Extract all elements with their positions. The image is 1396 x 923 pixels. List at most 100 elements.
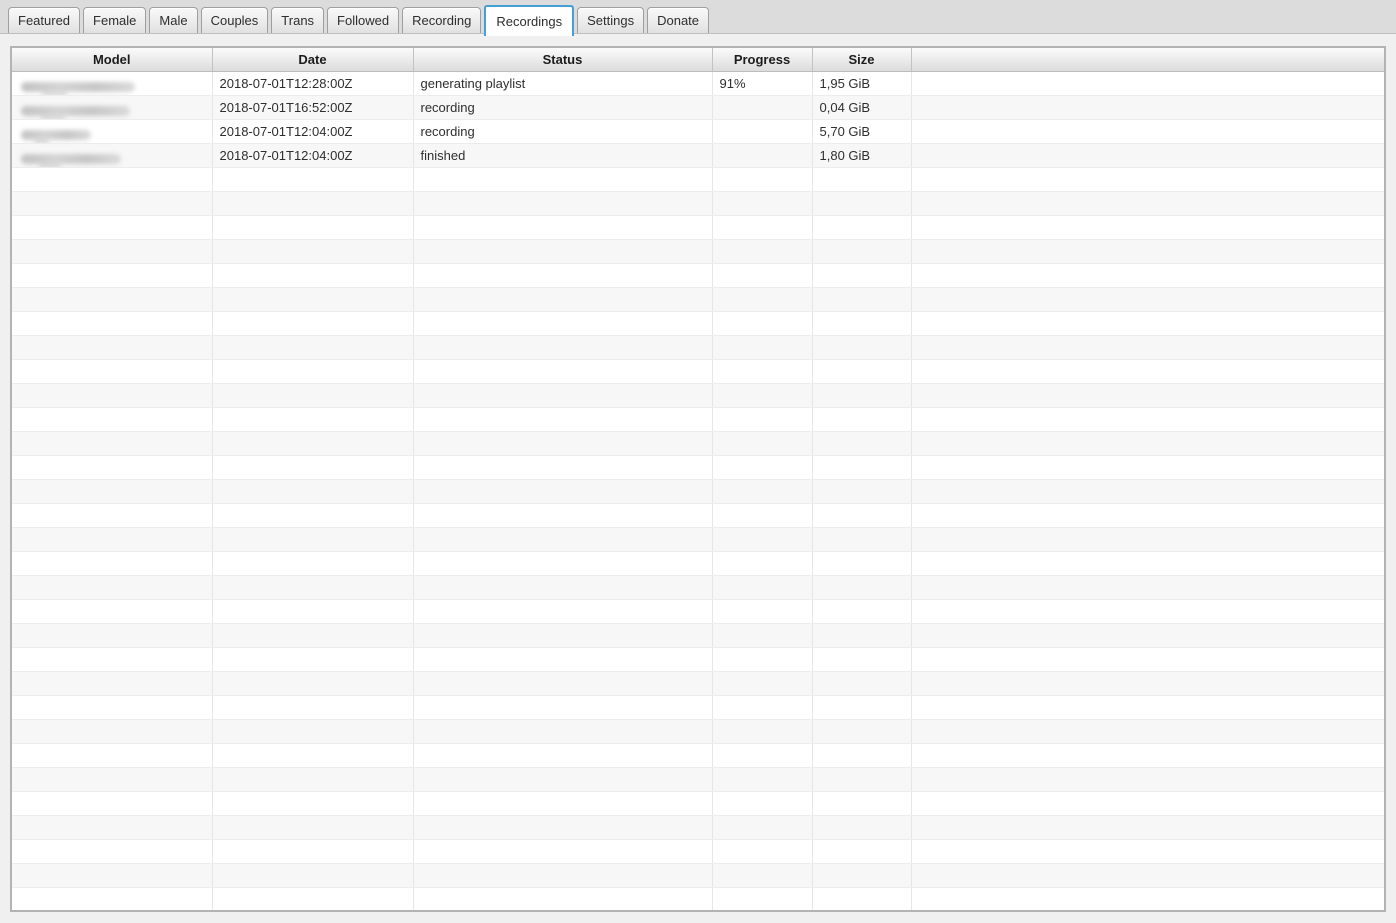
spacer-cell: [911, 263, 1385, 287]
empty-row: [11, 455, 1385, 479]
tab-recordings[interactable]: Recordings: [484, 5, 574, 36]
spacer-cell: [911, 839, 1385, 863]
model-cell: [11, 575, 212, 599]
size-cell: [812, 383, 911, 407]
column-header-size[interactable]: Size: [812, 47, 911, 71]
column-header-status[interactable]: Status: [413, 47, 712, 71]
tab-couples[interactable]: Couples: [201, 7, 269, 33]
date-cell: [212, 479, 413, 503]
model-cell: [11, 599, 212, 623]
empty-row: [11, 407, 1385, 431]
recording-row[interactable]: 2018-07-01T12:28:00Zgenerating playlist9…: [11, 71, 1385, 95]
progress-cell: [712, 791, 812, 815]
date-cell: [212, 527, 413, 551]
empty-row: [11, 527, 1385, 551]
spacer-cell: [911, 863, 1385, 887]
empty-row: [11, 647, 1385, 671]
empty-row: [11, 719, 1385, 743]
date-cell: 2018-07-01T12:28:00Z: [212, 71, 413, 95]
spacer-cell: [911, 887, 1385, 911]
date-cell: [212, 551, 413, 575]
spacer-cell: [911, 503, 1385, 527]
date-cell: 2018-07-01T16:52:00Z: [212, 95, 413, 119]
date-cell: [212, 863, 413, 887]
date-cell: [212, 191, 413, 215]
column-header-spacer[interactable]: [911, 47, 1385, 71]
date-cell: [212, 671, 413, 695]
empty-row: [11, 215, 1385, 239]
progress-cell: [712, 863, 812, 887]
spacer-cell: [911, 695, 1385, 719]
size-cell: [812, 287, 911, 311]
size-cell: [812, 503, 911, 527]
model-cell: [11, 311, 212, 335]
spacer-cell: [911, 479, 1385, 503]
redacted-model-name: [21, 154, 121, 164]
empty-row: [11, 191, 1385, 215]
date-cell: 2018-07-01T12:04:00Z: [212, 143, 413, 167]
tab-trans[interactable]: Trans: [271, 7, 324, 33]
date-cell: [212, 239, 413, 263]
recording-row[interactable]: 2018-07-01T12:04:00Zfinished1,80 GiB: [11, 143, 1385, 167]
recording-row[interactable]: 2018-07-01T12:04:00Zrecording5,70 GiB: [11, 119, 1385, 143]
size-cell: [812, 167, 911, 191]
empty-row: [11, 695, 1385, 719]
column-header-model[interactable]: Model: [11, 47, 212, 71]
progress-cell: [712, 383, 812, 407]
empty-row: [11, 359, 1385, 383]
spacer-cell: [911, 191, 1385, 215]
tab-settings[interactable]: Settings: [577, 7, 644, 33]
empty-row: [11, 791, 1385, 815]
progress-cell: [712, 431, 812, 455]
date-cell: [212, 431, 413, 455]
tab-followed[interactable]: Followed: [327, 7, 399, 33]
status-cell: [413, 431, 712, 455]
spacer-cell: [911, 239, 1385, 263]
model-cell: [11, 815, 212, 839]
model-cell: [11, 719, 212, 743]
status-cell: [413, 743, 712, 767]
model-cell: [11, 335, 212, 359]
status-cell: [413, 311, 712, 335]
model-cell: [11, 167, 212, 191]
model-cell: [11, 95, 212, 119]
status-cell: [413, 623, 712, 647]
tab-female[interactable]: Female: [83, 7, 146, 33]
size-cell: [812, 263, 911, 287]
recording-row[interactable]: 2018-07-01T16:52:00Zrecording0,04 GiB: [11, 95, 1385, 119]
column-header-date[interactable]: Date: [212, 47, 413, 71]
tab-male[interactable]: Male: [149, 7, 197, 33]
progress-cell: [712, 719, 812, 743]
progress-cell: 91%: [712, 71, 812, 95]
redacted-model-name: [21, 106, 130, 116]
status-cell: [413, 791, 712, 815]
model-cell: [11, 791, 212, 815]
size-cell: [812, 431, 911, 455]
progress-cell: [712, 575, 812, 599]
tab-donate[interactable]: Donate: [647, 7, 709, 33]
date-cell: [212, 623, 413, 647]
empty-row: [11, 287, 1385, 311]
status-cell: [413, 335, 712, 359]
spacer-cell: [911, 575, 1385, 599]
progress-cell: [712, 647, 812, 671]
status-cell: [413, 575, 712, 599]
date-cell: [212, 695, 413, 719]
spacer-cell: [911, 71, 1385, 95]
app-window: FeaturedFemaleMaleCouplesTransFollowedRe…: [0, 0, 1396, 34]
tab-featured[interactable]: Featured: [8, 7, 80, 33]
size-cell: [812, 407, 911, 431]
date-cell: [212, 719, 413, 743]
progress-cell: [712, 671, 812, 695]
tab-recording[interactable]: Recording: [402, 7, 481, 33]
status-cell: [413, 671, 712, 695]
spacer-cell: [911, 551, 1385, 575]
column-header-progress[interactable]: Progress: [712, 47, 812, 71]
size-cell: [812, 791, 911, 815]
spacer-cell: [911, 95, 1385, 119]
model-cell: [11, 359, 212, 383]
status-cell: [413, 407, 712, 431]
status-cell: [413, 191, 712, 215]
progress-cell: [712, 503, 812, 527]
empty-row: [11, 575, 1385, 599]
